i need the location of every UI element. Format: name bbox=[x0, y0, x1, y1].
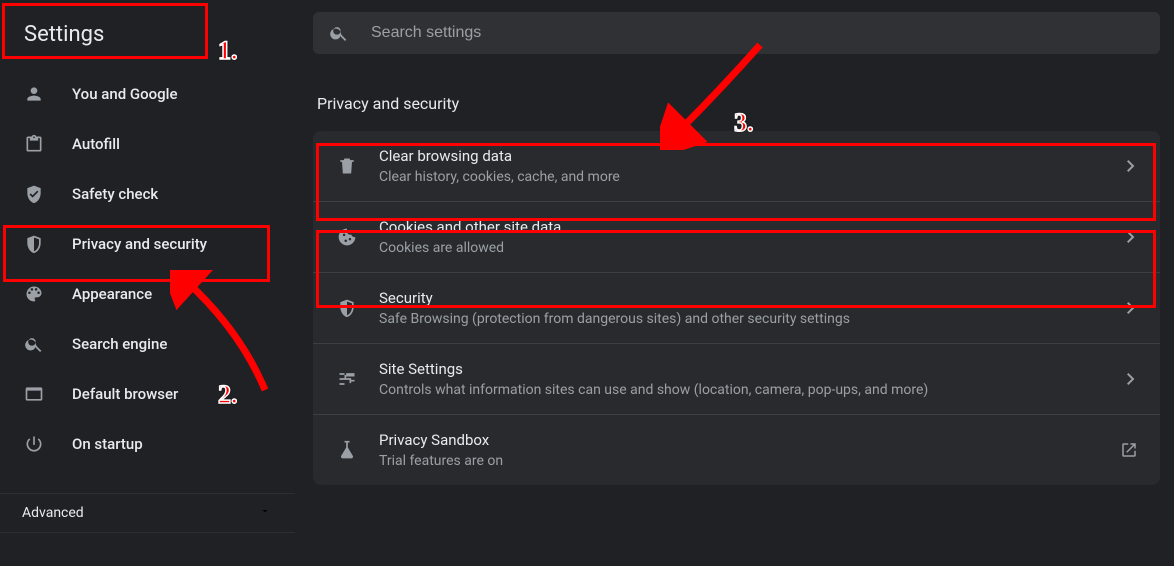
sidebar-item-appearance[interactable]: Appearance bbox=[0, 269, 295, 319]
chevron-right-icon bbox=[1124, 302, 1138, 314]
cookie-icon bbox=[337, 227, 357, 247]
row-cookies[interactable]: Cookies and other site data Cookies are … bbox=[313, 201, 1160, 272]
advanced-label: Advanced bbox=[22, 505, 84, 521]
section-title: Privacy and security bbox=[313, 82, 1160, 131]
search-bar[interactable] bbox=[313, 12, 1160, 54]
sidebar-item-label: Autofill bbox=[72, 135, 120, 153]
sliders-icon bbox=[337, 369, 357, 389]
sidebar-item-safety-check[interactable]: Safety check bbox=[0, 169, 295, 219]
flask-icon bbox=[337, 440, 357, 460]
shield-check-icon bbox=[24, 184, 44, 204]
shield-icon bbox=[337, 298, 357, 318]
row-desc: Safe Browsing (protection from dangerous… bbox=[379, 311, 1124, 327]
row-desc: Controls what information sites can use … bbox=[379, 382, 1124, 398]
sidebar-item-on-startup[interactable]: On startup bbox=[0, 419, 295, 469]
sidebar-item-label: On startup bbox=[72, 435, 143, 453]
search-input[interactable] bbox=[371, 24, 1144, 42]
sidebar-item-you-and-google[interactable]: You and Google bbox=[0, 69, 295, 119]
row-title: Security bbox=[379, 289, 1124, 307]
sidebar-item-autofill[interactable]: Autofill bbox=[0, 119, 295, 169]
chevron-right-icon bbox=[1124, 373, 1138, 385]
row-desc: Trial features are on bbox=[379, 453, 1120, 469]
trash-icon bbox=[337, 156, 357, 176]
search-icon bbox=[24, 334, 44, 354]
row-desc: Clear history, cookies, cache, and more bbox=[379, 169, 1124, 185]
chevron-right-icon bbox=[1124, 231, 1138, 243]
sidebar-item-search-engine[interactable]: Search engine bbox=[0, 319, 295, 369]
browser-icon bbox=[24, 384, 44, 404]
clipboard-icon bbox=[24, 134, 44, 154]
settings-list: Clear browsing data Clear history, cooki… bbox=[313, 131, 1160, 485]
power-icon bbox=[24, 434, 44, 454]
row-title: Privacy Sandbox bbox=[379, 431, 1120, 449]
sidebar: Settings You and Google Autofill Safety … bbox=[0, 0, 295, 566]
chevron-right-icon bbox=[1124, 160, 1138, 172]
sidebar-item-label: Default browser bbox=[72, 385, 178, 403]
page-title: Settings bbox=[0, 12, 295, 61]
palette-icon bbox=[24, 284, 44, 304]
row-desc: Cookies are allowed bbox=[379, 240, 1124, 256]
row-title: Site Settings bbox=[379, 360, 1124, 378]
sidebar-item-label: Safety check bbox=[72, 185, 158, 203]
sidebar-item-privacy-security[interactable]: Privacy and security bbox=[0, 219, 295, 269]
advanced-toggle[interactable]: Advanced bbox=[0, 493, 295, 533]
shield-icon bbox=[24, 234, 44, 254]
row-privacy-sandbox[interactable]: Privacy Sandbox Trial features are on bbox=[313, 414, 1160, 485]
main-content: Privacy and security Clear browsing data… bbox=[295, 0, 1174, 566]
sidebar-item-label: Privacy and security bbox=[72, 235, 207, 253]
row-site-settings[interactable]: Site Settings Controls what information … bbox=[313, 343, 1160, 414]
sidebar-item-default-browser[interactable]: Default browser bbox=[0, 369, 295, 419]
row-title: Clear browsing data bbox=[379, 147, 1124, 165]
chevron-down-icon bbox=[259, 505, 271, 521]
person-icon bbox=[24, 84, 44, 104]
external-link-icon bbox=[1120, 441, 1138, 459]
sidebar-item-label: Appearance bbox=[72, 285, 152, 303]
row-title: Cookies and other site data bbox=[379, 218, 1124, 236]
sidebar-item-label: Search engine bbox=[72, 335, 167, 353]
sidebar-item-label: You and Google bbox=[72, 85, 177, 103]
sidebar-nav: You and Google Autofill Safety check Pri… bbox=[0, 61, 295, 469]
row-clear-browsing-data[interactable]: Clear browsing data Clear history, cooki… bbox=[313, 131, 1160, 201]
row-security[interactable]: Security Safe Browsing (protection from … bbox=[313, 272, 1160, 343]
search-icon bbox=[329, 23, 349, 43]
